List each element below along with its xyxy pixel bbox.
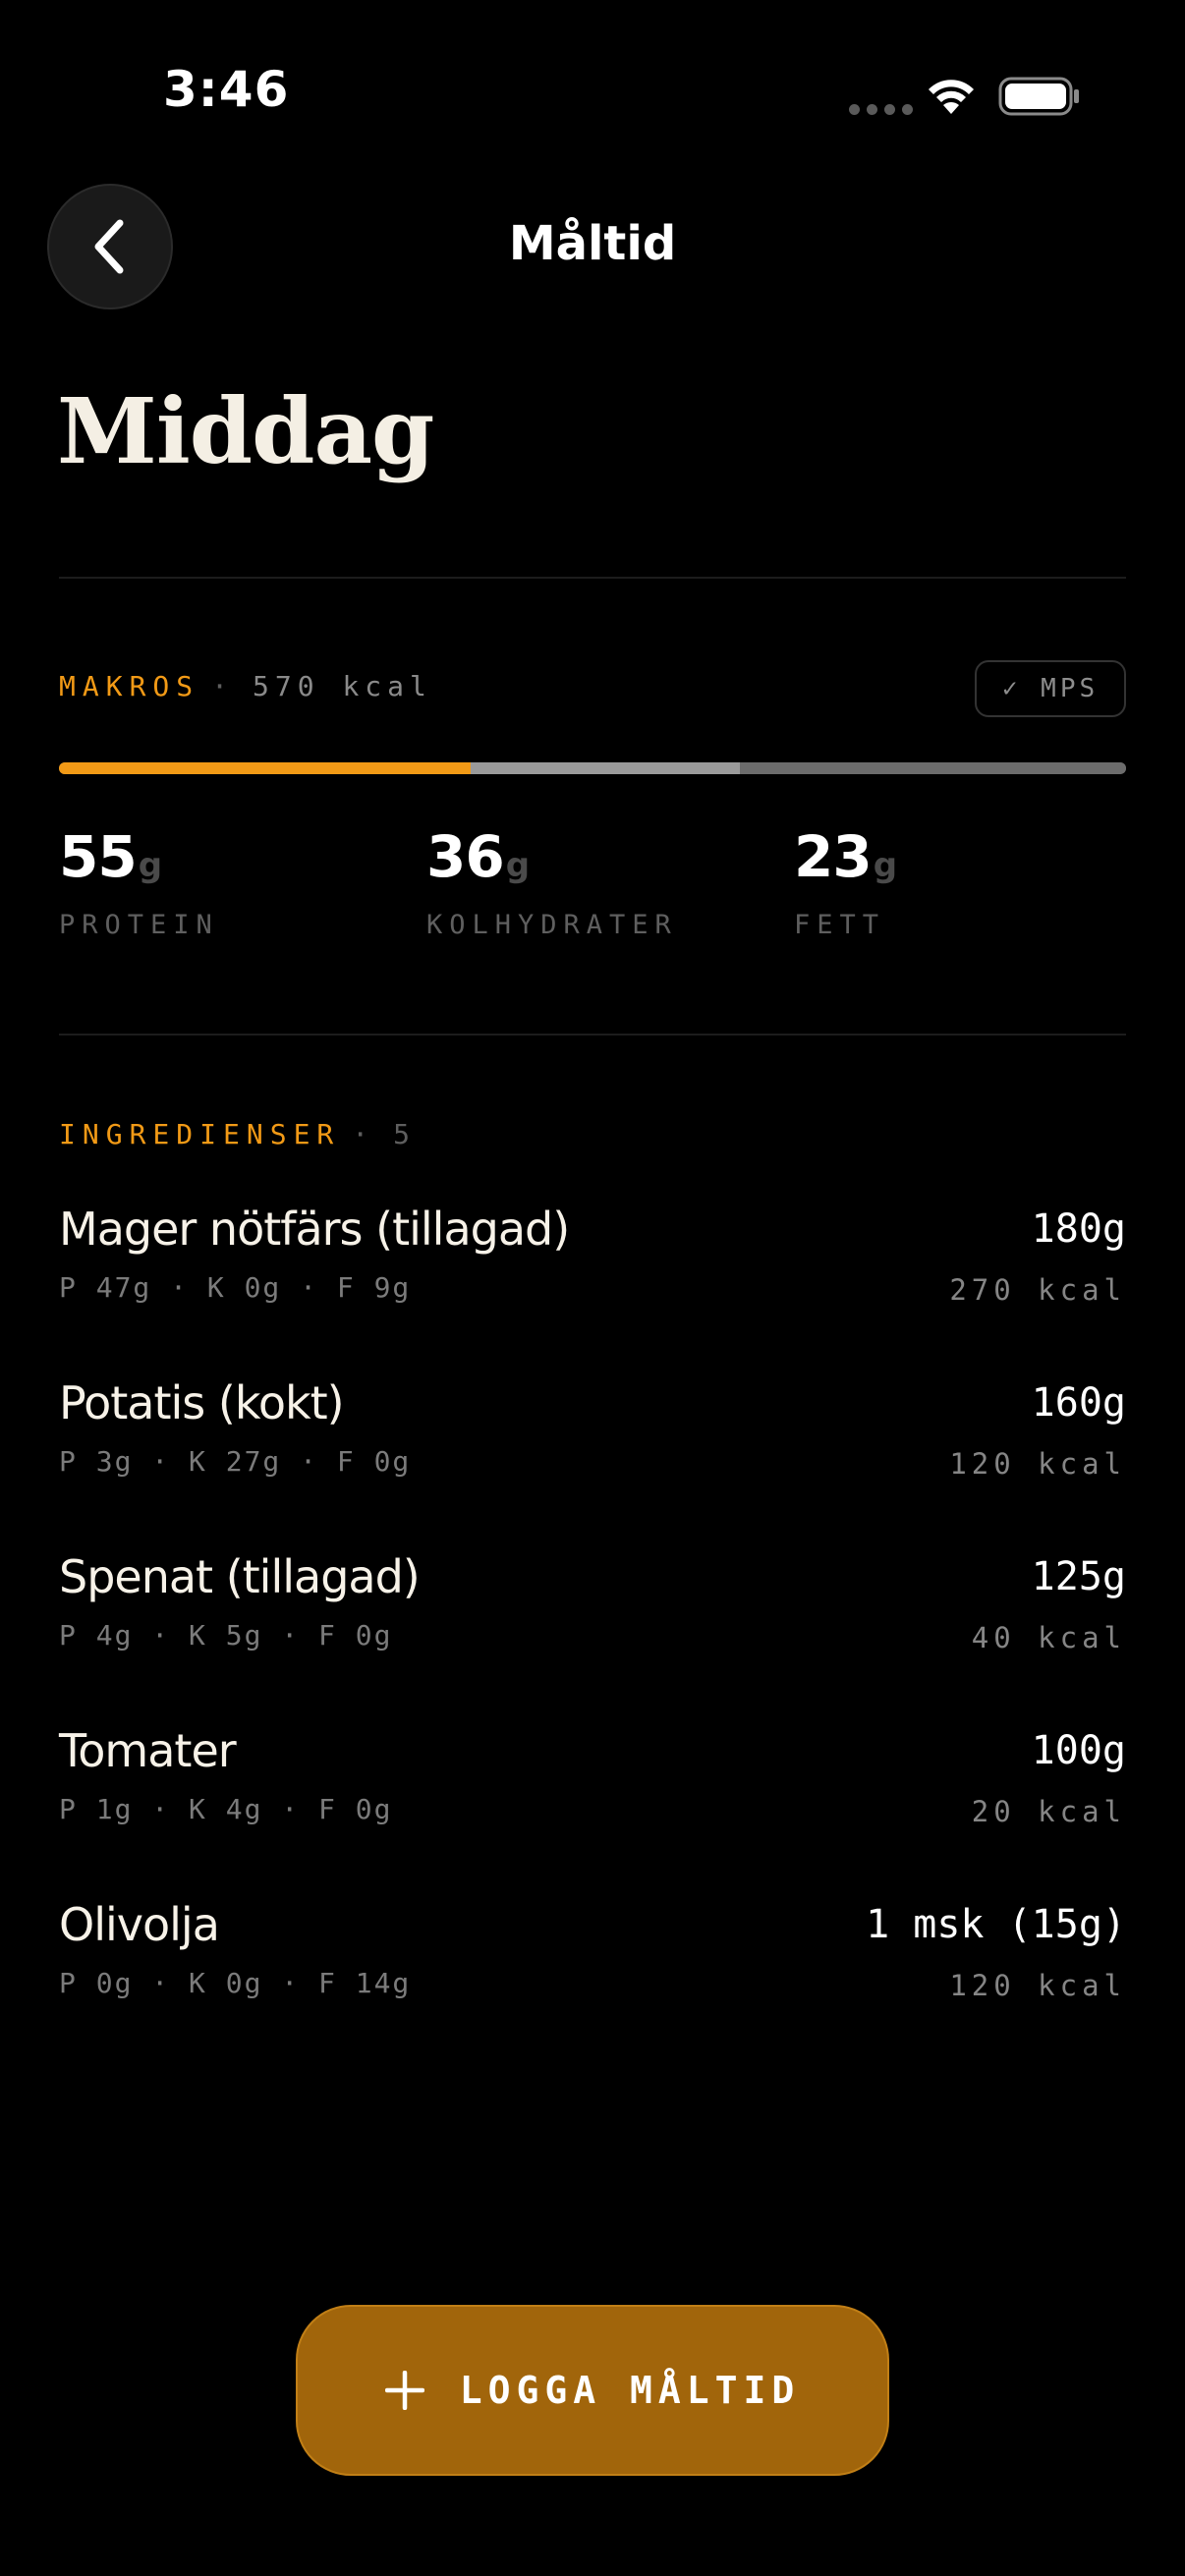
ingredient-amount: 180g	[1031, 1206, 1126, 1252]
macro-carbs: 36g KOLHYDRATER	[426, 823, 678, 940]
ingredient-amount: 125g	[1031, 1554, 1126, 1599]
ingredient-amount: 1 msk (15g)	[866, 1902, 1126, 1947]
ingredient-kcal: 120 kcal	[949, 1447, 1126, 1481]
ingredient-macros: P 3g · K 27g · F 0g	[59, 1445, 412, 1478]
macro-protein-unit: g	[138, 846, 163, 885]
macro-progress-bar	[59, 762, 1126, 774]
cellular-signal-icon	[849, 104, 913, 115]
macro-protein-value: 55	[59, 823, 138, 890]
ingredient-row[interactable]: Spenat (tillagad) P 4g · K 5g · F 0g 125…	[59, 1550, 1126, 1698]
macro-fat-value: 23	[794, 823, 873, 890]
ingredient-macros: P 4g · K 5g · F 0g	[59, 1619, 393, 1652]
ingredient-macros: P 47g · K 0g · F 9g	[59, 1271, 412, 1304]
ingredients-label: INGREDIENSER	[59, 1118, 341, 1150]
meal-title: Middag	[57, 378, 434, 484]
macro-bar-protein	[59, 762, 472, 774]
ingredient-macros: P 0g · K 0g · F 14g	[59, 1967, 412, 1999]
makros-kcal: 570 kcal	[253, 670, 432, 702]
ingredients-header: INGREDIENSER · 5	[59, 1118, 417, 1150]
ingredients-separator: ·	[352, 1118, 376, 1150]
divider	[59, 577, 1126, 579]
status-time: 3:46	[163, 61, 290, 118]
ingredient-amount: 160g	[1031, 1380, 1126, 1426]
ingredient-row[interactable]: Tomater P 1g · K 4g · F 0g 100g 20 kcal	[59, 1724, 1126, 1872]
macro-bar-fat	[739, 762, 1126, 774]
ingredient-kcal: 270 kcal	[949, 1273, 1126, 1307]
page-title: Måltid	[508, 216, 677, 271]
ingredient-name: Tomater	[59, 1724, 237, 1777]
ingredient-kcal: 20 kcal	[971, 1795, 1126, 1828]
macro-carbs-label: KOLHYDRATER	[426, 910, 678, 940]
ingredient-row[interactable]: Mager nötfärs (tillagad) P 47g · K 0g · …	[59, 1203, 1126, 1350]
mps-badge[interactable]: ✓ MPS	[975, 660, 1126, 717]
makros-label: MAKROS	[59, 670, 200, 702]
ingredient-kcal: 120 kcal	[949, 1969, 1126, 2002]
macro-protein-label: PROTEIN	[59, 910, 219, 940]
ingredient-row[interactable]: Olivolja P 0g · K 0g · F 14g 1 msk (15g)…	[59, 1898, 1126, 2045]
makros-header: MAKROS · 570 kcal	[59, 670, 432, 702]
divider	[59, 1034, 1126, 1036]
macro-carbs-unit: g	[505, 846, 531, 885]
ingredients-count: 5	[393, 1118, 418, 1150]
log-meal-label: LOGGA MÅLTID	[459, 2369, 801, 2412]
ingredient-row[interactable]: Potatis (kokt) P 3g · K 27g · F 0g 160g …	[59, 1376, 1126, 1524]
ingredient-kcal: 40 kcal	[971, 1621, 1126, 1654]
ingredient-macros: P 1g · K 4g · F 0g	[59, 1793, 393, 1825]
ingredient-name: Spenat (tillagad)	[59, 1550, 421, 1603]
macro-bar-carbs	[471, 762, 740, 774]
battery-icon	[998, 77, 1081, 121]
wifi-icon	[924, 75, 979, 121]
ingredient-name: Potatis (kokt)	[59, 1376, 345, 1429]
macro-fat-unit: g	[873, 846, 898, 885]
ingredient-name: Olivolja	[59, 1898, 220, 1951]
macro-fat-label: FETT	[794, 910, 886, 940]
ingredient-name: Mager nötfärs (tillagad)	[59, 1203, 570, 1256]
makros-separator: ·	[211, 670, 236, 702]
macro-carbs-value: 36	[426, 823, 505, 890]
macro-fat: 23g FETT	[794, 823, 897, 940]
ingredient-amount: 100g	[1031, 1728, 1126, 1773]
macro-protein: 55g PROTEIN	[59, 823, 219, 940]
log-meal-button[interactable]: LOGGA MÅLTID	[296, 2305, 889, 2476]
plus-icon	[384, 2371, 424, 2410]
